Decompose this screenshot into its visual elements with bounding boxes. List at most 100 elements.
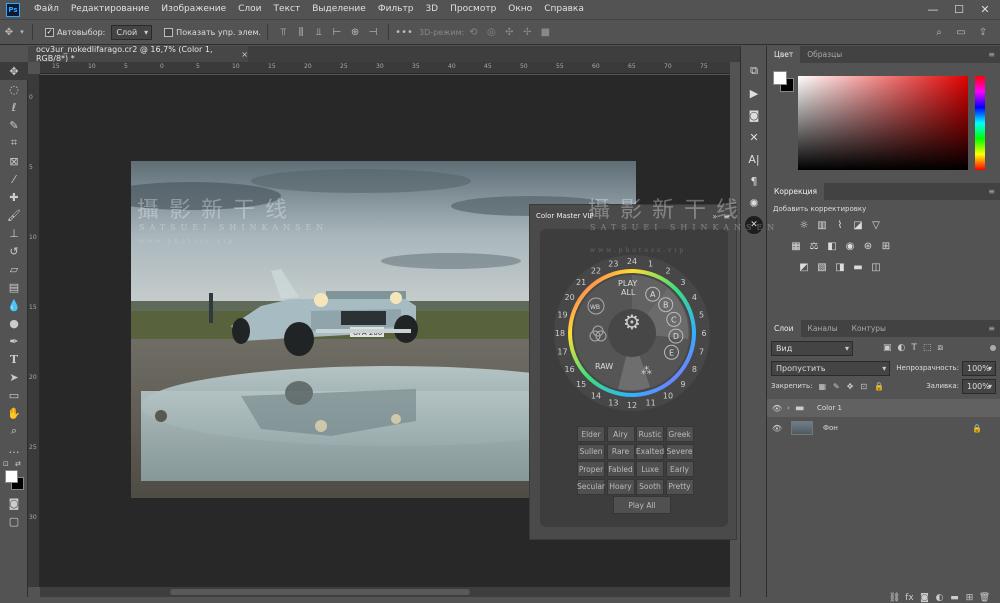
filter-smart-icon[interactable]: ⧈ [937, 343, 943, 353]
lock-position-icon[interactable]: ✥ [847, 382, 854, 391]
menu-window[interactable]: Окно [502, 0, 538, 19]
3d-pan-icon[interactable]: ✣ [500, 23, 518, 41]
character-icon[interactable]: A| [741, 148, 767, 170]
link-layers-icon[interactable]: ⛓ [887, 593, 902, 603]
eyedropper-tool-icon[interactable]: ⁄ [0, 170, 28, 188]
align-top-icon[interactable]: ⫪ [274, 23, 292, 41]
selective-color-icon[interactable]: ◫ [869, 261, 883, 274]
menu-layers[interactable]: Слои [232, 0, 267, 19]
pen-tool-icon[interactable]: ✒ [0, 332, 28, 350]
dial-number-20[interactable]: 20 [565, 293, 575, 302]
foreground-color-swatch[interactable] [773, 71, 787, 85]
lock-transparent-icon[interactable]: ▦ [818, 382, 826, 391]
move-tool-icon[interactable]: ✥ [0, 62, 28, 80]
dial-letter-D[interactable]: D [673, 332, 679, 341]
plugin-icon[interactable]: ✺ [741, 192, 767, 214]
shape-tool-icon[interactable]: ▭ [0, 386, 28, 404]
color-lookup-icon[interactable]: ⊞ [879, 240, 893, 253]
channel-mixer-icon[interactable]: ⊛ [861, 240, 875, 253]
preset-button-elder[interactable]: Elder [577, 426, 605, 442]
marquee-tool-icon[interactable]: ◌ [0, 80, 28, 98]
default-colors-icon[interactable]: ⊡ [3, 460, 9, 468]
history-icon[interactable]: ⧉ [741, 60, 767, 82]
preset-button-early[interactable]: Early [665, 461, 694, 477]
gradient-map-icon[interactable]: ▬ [851, 261, 865, 274]
dial-number-12[interactable]: 12 [627, 401, 637, 410]
menu-file[interactable]: Файл [28, 0, 65, 19]
filter-type-icon[interactable]: T [911, 343, 917, 353]
preset-button-exalted[interactable]: Exalted [636, 443, 664, 460]
3d-scale-icon[interactable]: ■ [536, 23, 554, 41]
color-balance-icon[interactable]: ⚖ [807, 240, 821, 253]
new-group-icon[interactable]: ▬ [947, 593, 962, 603]
more-options-icon[interactable]: ••• [395, 23, 413, 41]
layer-filter-dropdown[interactable]: Вид [771, 340, 853, 356]
invert-icon[interactable]: ◩ [797, 261, 811, 274]
dial-number-4[interactable]: 4 [692, 293, 697, 302]
dial-number-21[interactable]: 21 [576, 278, 586, 287]
dial-number-9[interactable]: 9 [680, 380, 685, 389]
quick-select-tool-icon[interactable]: ✎ [0, 116, 28, 134]
play-all-dial-label-2[interactable]: ALL [621, 288, 636, 297]
dial-letter-E[interactable]: E [669, 348, 674, 357]
menu-view[interactable]: Просмотр [444, 0, 502, 19]
align-bottom-icon[interactable]: ⫫ [310, 23, 328, 41]
document-tab[interactable]: ocv3ur_nokedlifarago.cr2 @ 16,7% (Color … [28, 45, 248, 63]
quick-mask-icon[interactable]: ◙ [0, 494, 28, 512]
align-left-icon[interactable]: ⊢ [328, 23, 346, 41]
lasso-tool-icon[interactable]: ℓ [0, 98, 28, 116]
align-right-icon[interactable]: ⊣ [364, 23, 382, 41]
blur-tool-icon[interactable]: 💧 [0, 296, 28, 314]
layer-style-icon[interactable]: fx [902, 593, 917, 603]
minimize-button[interactable]: — [922, 0, 944, 19]
menu-3d[interactable]: 3D [419, 0, 444, 19]
autoselect-checkbox[interactable]: ✓ [45, 27, 54, 37]
crop-tool-icon[interactable]: ⌗ [0, 134, 28, 152]
color-master-icon[interactable]: ✕ [741, 126, 767, 148]
preset-button-rustic[interactable]: Rustic [636, 426, 664, 442]
path-select-tool-icon[interactable]: ➤ [0, 368, 28, 386]
preset-button-greek[interactable]: Greek [665, 426, 694, 442]
dial-number-11[interactable]: 11 [646, 399, 656, 408]
layer-row-background[interactable]: 👁 Фон 🔒 [767, 417, 1000, 439]
align-center-icon[interactable]: ⊕ [346, 23, 364, 41]
search-icon[interactable]: ⌕ [930, 23, 948, 41]
3d-rotate-icon[interactable]: ⟲ [464, 23, 482, 41]
menu-help[interactable]: Справка [538, 0, 590, 19]
3d-slide-icon[interactable]: ✢ [518, 23, 536, 41]
preset-button-pretty[interactable]: Pretty [665, 478, 694, 495]
stamp-tool-icon[interactable]: ⊥ [0, 224, 28, 242]
frame-tool-icon[interactable]: ⊠ [0, 152, 28, 170]
tab-paths[interactable]: Контуры [845, 320, 893, 337]
preset-button-hoary[interactable]: Hoary [606, 478, 635, 495]
foreground-color-swatch[interactable] [5, 470, 18, 483]
raw-label[interactable]: RAW [595, 362, 613, 371]
horizontal-scrollbar[interactable] [40, 587, 730, 597]
healing-brush-tool-icon[interactable]: ✚ [0, 188, 28, 206]
zoom-tool-icon[interactable]: ⌕ [0, 422, 28, 440]
visibility-eye-icon[interactable]: 👁 [767, 404, 787, 413]
dial-letter-C[interactable]: C [671, 315, 677, 324]
vertical-ruler[interactable]: 0 5 10 15 20 25 30 [28, 74, 40, 587]
dial-number-6[interactable]: 6 [701, 329, 706, 338]
collapse-panel-icon[interactable]: » [712, 212, 717, 221]
panel-menu-icon[interactable]: ≡ [988, 46, 1000, 63]
menu-select[interactable]: Выделение [306, 0, 372, 19]
scrollbar-thumb[interactable] [170, 589, 470, 595]
history-brush-tool-icon[interactable]: ↺ [0, 242, 28, 260]
dial-number-18[interactable]: 18 [555, 329, 565, 338]
posterize-icon[interactable]: ▧ [815, 261, 829, 274]
preset-button-proper[interactable]: Proper [577, 461, 605, 477]
tab-color[interactable]: Цвет [767, 46, 801, 63]
dial-number-15[interactable]: 15 [576, 380, 586, 389]
new-adjustment-icon[interactable]: ◐ [932, 593, 947, 603]
dial-number-7[interactable]: 7 [699, 348, 704, 357]
3d-roll-icon[interactable]: ◎ [482, 23, 500, 41]
workspace-icon[interactable]: ▭ [952, 23, 970, 41]
preset-button-airy[interactable]: Airy [606, 426, 635, 442]
expand-arrow-icon[interactable]: › [787, 404, 795, 412]
delete-layer-icon[interactable]: 🗑 [977, 593, 992, 603]
dial-letter-B[interactable]: B [663, 301, 669, 310]
align-middle-icon[interactable]: ⫼ [292, 23, 310, 41]
hue-saturation-icon[interactable]: ▦ [789, 240, 803, 253]
